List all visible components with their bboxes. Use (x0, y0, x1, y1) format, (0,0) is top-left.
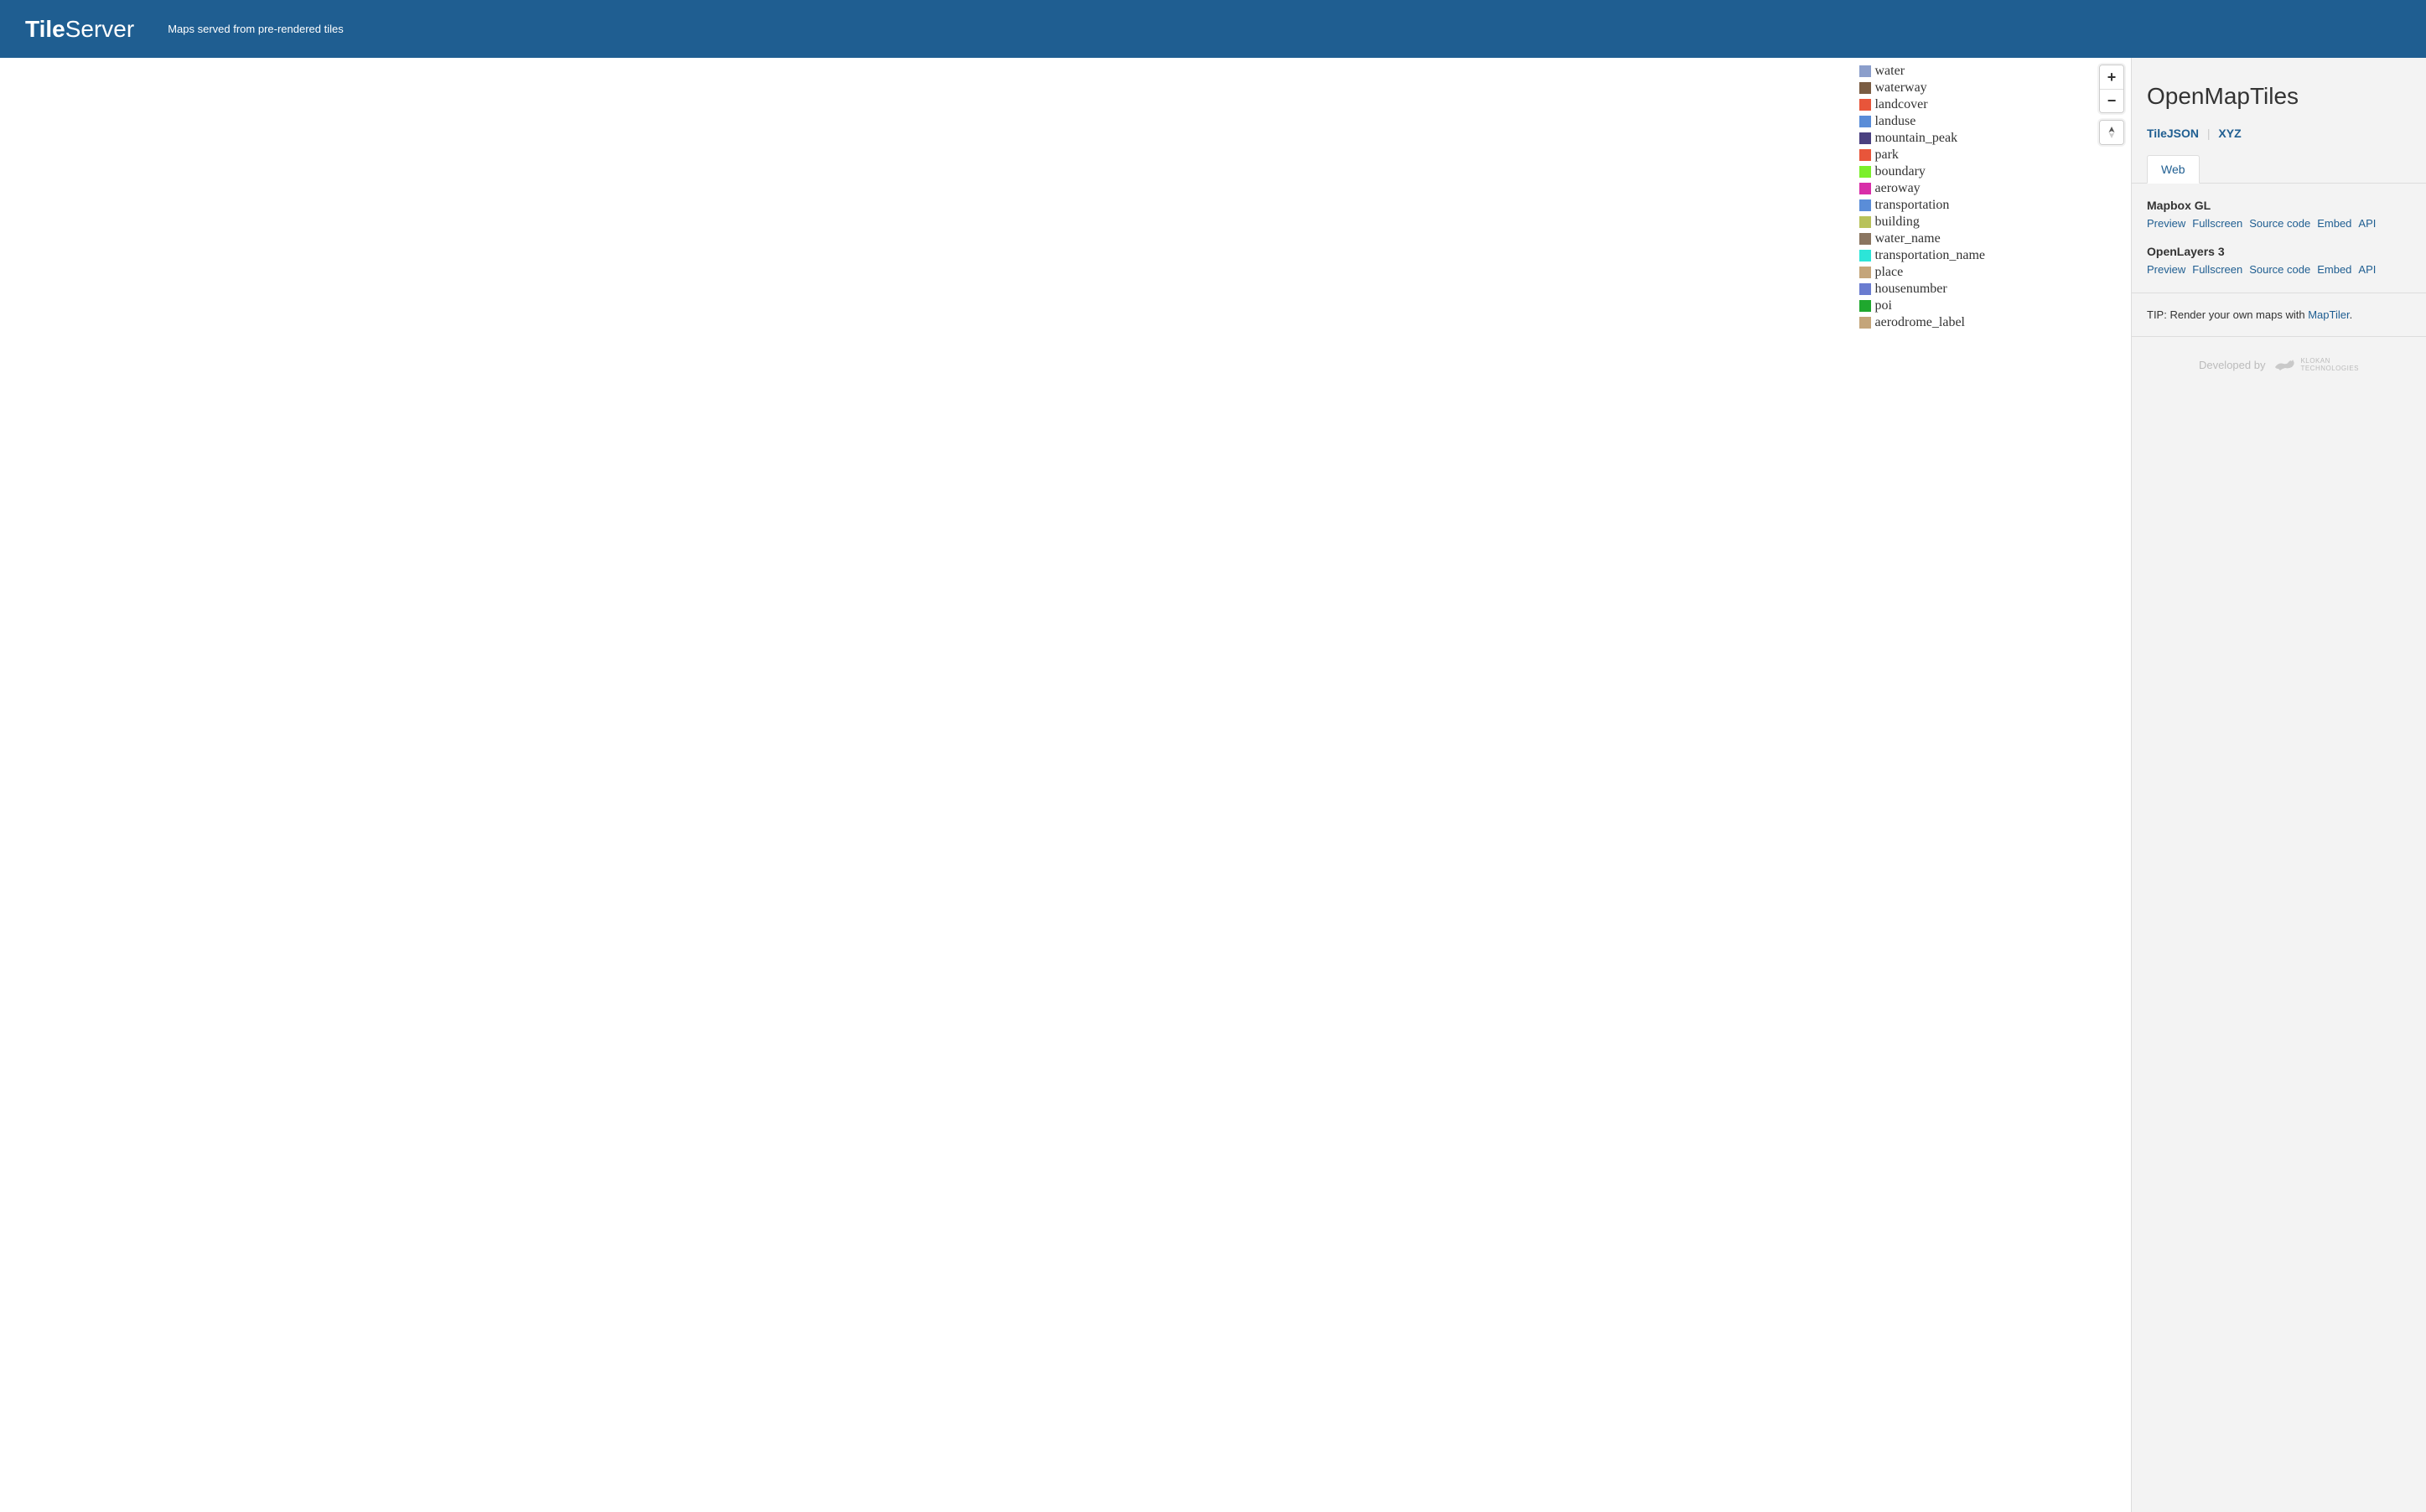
section-link[interactable]: Source code (2249, 263, 2310, 276)
logo-strong: Tile (25, 16, 65, 42)
logo: TileServer (25, 16, 134, 43)
section-link[interactable]: Embed (2317, 263, 2351, 276)
legend-label: transportation_name (1874, 247, 1985, 264)
legend-label: transportation (1874, 197, 1949, 214)
legend-item: boundary (1859, 163, 1985, 180)
legend-item: transportation_name (1859, 247, 1985, 264)
compass-control-group (2099, 120, 2124, 145)
legend-label: boundary (1874, 163, 1925, 180)
tab-web[interactable]: Web (2147, 155, 2200, 184)
tip-prefix: TIP: Render your own maps with (2147, 308, 2308, 321)
tip-suffix: . (2350, 308, 2353, 321)
developed-by: Developed by KLOKANTECHNOLOGIES (2132, 337, 2426, 392)
legend-label: landcover (1874, 96, 1927, 113)
legend-label: building (1874, 214, 1919, 230)
legend-swatch (1859, 99, 1871, 111)
developed-by-label: Developed by (2199, 359, 2266, 371)
section-title: Mapbox GL (2147, 199, 2411, 212)
legend-item: aerodrome_label (1859, 314, 1985, 331)
legend-label: water (1874, 63, 1905, 80)
legend-label: mountain_peak (1874, 130, 1957, 147)
legend-label: landuse (1874, 113, 1915, 130)
legend-item: water_name (1859, 230, 1985, 247)
section-link[interactable]: Source code (2249, 217, 2310, 230)
map-legend: waterwaterwaylandcoverlandusemountain_pe… (1859, 63, 1985, 331)
legend-label: water_name (1874, 230, 1940, 247)
xyz-link[interactable]: XYZ (2218, 127, 2241, 140)
legend-swatch (1859, 233, 1871, 245)
legend-label: poi (1874, 298, 1891, 314)
legend-swatch (1859, 250, 1871, 261)
tip: TIP: Render your own maps with MapTiler. (2132, 293, 2426, 336)
main: waterwaterwaylandcoverlandusemountain_pe… (0, 58, 2426, 1512)
legend-swatch (1859, 199, 1871, 211)
section-link[interactable]: Preview (2147, 263, 2185, 276)
compass-button[interactable] (2100, 121, 2123, 144)
tabs: Web (2132, 155, 2426, 184)
compass-icon (2107, 127, 2117, 138)
section-links: Preview Fullscreen Source code Embed API (2147, 263, 2411, 276)
legend-item: poi (1859, 298, 1985, 314)
legend-item: aeroway (1859, 180, 1985, 197)
section-links: Preview Fullscreen Source code Embed API (2147, 217, 2411, 230)
legend-label: aeroway (1874, 180, 1920, 197)
legend-swatch (1859, 283, 1871, 295)
logo-light: Server (65, 16, 134, 42)
zoom-in-button[interactable]: + (2100, 65, 2123, 89)
legend-item: mountain_peak (1859, 130, 1985, 147)
section-link[interactable]: API (2358, 217, 2376, 230)
legend-item: water (1859, 63, 1985, 80)
legend-swatch (1859, 267, 1871, 278)
header: TileServer Maps served from pre-rendered… (0, 0, 2426, 58)
section-title: OpenLayers 3 (2147, 245, 2411, 258)
viewer-section: Mapbox GL Preview Fullscreen Source code Emb… (2147, 199, 2411, 230)
meta-separator: | (2207, 127, 2211, 140)
legend-item: landcover (1859, 96, 1985, 113)
map-canvas[interactable]: waterwaterwaylandcoverlandusemountain_pe… (0, 58, 2131, 1512)
legend-label: place (1874, 264, 1903, 281)
legend-swatch (1859, 183, 1871, 194)
meta-links: TileJSON | XYZ (2147, 127, 2411, 140)
legend-item: park (1859, 147, 1985, 163)
section-link[interactable]: Fullscreen (2192, 263, 2242, 276)
legend-swatch (1859, 317, 1871, 329)
legend-swatch (1859, 300, 1871, 312)
section-link[interactable]: Embed (2317, 217, 2351, 230)
page-title: OpenMapTiles (2147, 83, 2411, 110)
legend-swatch (1859, 149, 1871, 161)
legend-label: aerodrome_label (1874, 314, 1965, 331)
legend-item: building (1859, 214, 1985, 230)
klokan-text: KLOKANTECHNOLOGIES (2300, 357, 2359, 372)
sidebar: OpenMapTiles TileJSON | XYZ Web Mapbox G… (2131, 58, 2426, 1512)
zoom-out-button[interactable]: − (2100, 89, 2123, 112)
legend-swatch (1859, 82, 1871, 94)
legend-label: housenumber (1874, 281, 1947, 298)
legend-label: waterway (1874, 80, 1926, 96)
map-controls: + − (2099, 65, 2124, 152)
maptiler-link[interactable]: MapTiler (2308, 308, 2349, 321)
legend-swatch (1859, 166, 1871, 178)
zoom-control-group: + − (2099, 65, 2124, 113)
legend-item: place (1859, 264, 1985, 281)
section-link[interactable]: Fullscreen (2192, 217, 2242, 230)
legend-swatch (1859, 132, 1871, 144)
tagline: Maps served from pre-rendered tiles (168, 23, 344, 35)
viewer-section: OpenLayers 3 Preview Fullscreen Source code… (2147, 245, 2411, 276)
minus-icon: − (2107, 92, 2117, 110)
legend-item: waterway (1859, 80, 1985, 96)
legend-swatch (1859, 65, 1871, 77)
legend-swatch (1859, 116, 1871, 127)
tilejson-link[interactable]: TileJSON (2147, 127, 2199, 140)
legend-item: housenumber (1859, 281, 1985, 298)
section-link[interactable]: API (2358, 263, 2376, 276)
legend-item: landuse (1859, 113, 1985, 130)
plus-icon: + (2107, 69, 2117, 86)
legend-item: transportation (1859, 197, 1985, 214)
section-link[interactable]: Preview (2147, 217, 2185, 230)
kangaroo-icon (2273, 357, 2297, 372)
legend-swatch (1859, 216, 1871, 228)
klokan-logo[interactable]: KLOKANTECHNOLOGIES (2273, 357, 2359, 372)
legend-label: park (1874, 147, 1898, 163)
